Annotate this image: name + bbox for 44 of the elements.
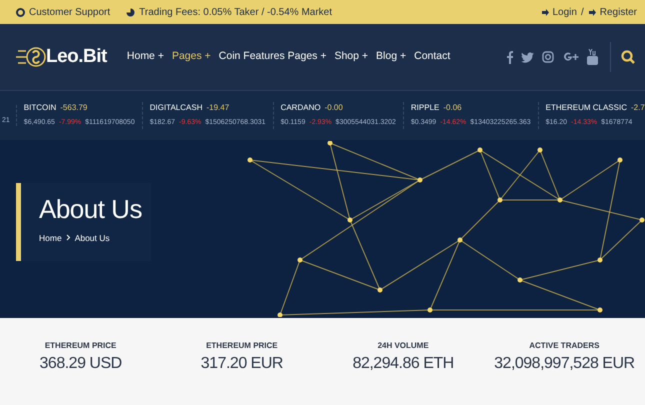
price-change: -563.79 [60, 102, 88, 114]
nav-link[interactable]: Pages + [172, 49, 211, 65]
twitter-icon[interactable] [521, 52, 534, 62]
coin-name: RIPPLE [410, 102, 440, 114]
youtube-icon[interactable] [587, 49, 598, 65]
price-change: -2.7 [630, 102, 645, 114]
sign-in-icon [588, 8, 596, 16]
breadcrumb-current: About Us [74, 232, 110, 244]
nav-link[interactable]: Shop + [334, 49, 368, 65]
stat-label: 24H VOLUME [378, 340, 429, 352]
logo-text: Leo.Bit [46, 44, 107, 69]
search-icon[interactable] [621, 50, 635, 64]
stat-value: 317.20 EUR [200, 354, 283, 374]
price-change: -0.00 [324, 102, 343, 114]
google-plus-icon[interactable] [562, 51, 579, 63]
nav-link[interactable]: Home + [126, 49, 164, 65]
trading-fees-text: Trading Fees: 0.05% Taker / -0.54% Market [139, 6, 332, 20]
stat-label: ETHEREUM PRICE [206, 340, 278, 352]
price-change: -0.06 [443, 102, 462, 114]
coin-name: CARDANO [280, 102, 321, 114]
nav-link[interactable]: Coin Features Pages + [218, 49, 326, 65]
price-change: -19.47 [206, 102, 230, 114]
coin-name: ETHEREUM CLASSIC [546, 102, 627, 114]
breadcrumb-link[interactable]: Home [39, 232, 62, 244]
login-link[interactable]: Login [552, 4, 577, 20]
instagram-icon[interactable] [542, 51, 554, 63]
stat-label: ETHEREUM PRICE [44, 340, 116, 352]
facebook-icon[interactable] [507, 50, 513, 64]
stat-value: 32,098,997,528 EUR [494, 354, 635, 374]
stat-label: ACTIVE TRADERS [529, 340, 600, 352]
support-link[interactable]: Customer Support [29, 4, 110, 20]
stat-value: 368.29 USD [40, 354, 122, 374]
nav-link[interactable]: Blog + [376, 49, 406, 65]
page-title: About Us [39, 195, 143, 224]
sign-in-icon [540, 8, 548, 16]
coin-name: DIGITALCASH [150, 102, 202, 114]
nav-link[interactable]: Contact [414, 49, 450, 65]
lifebuoy-icon [16, 8, 25, 16]
stat-value: 82,294.86 ETH [352, 354, 454, 374]
pie-chart-icon [126, 8, 136, 16]
chevron-icon [66, 234, 71, 242]
separator-text: / [580, 6, 584, 20]
register-link[interactable]: Register [600, 4, 637, 20]
coin-name: BITCOIN [24, 102, 56, 114]
